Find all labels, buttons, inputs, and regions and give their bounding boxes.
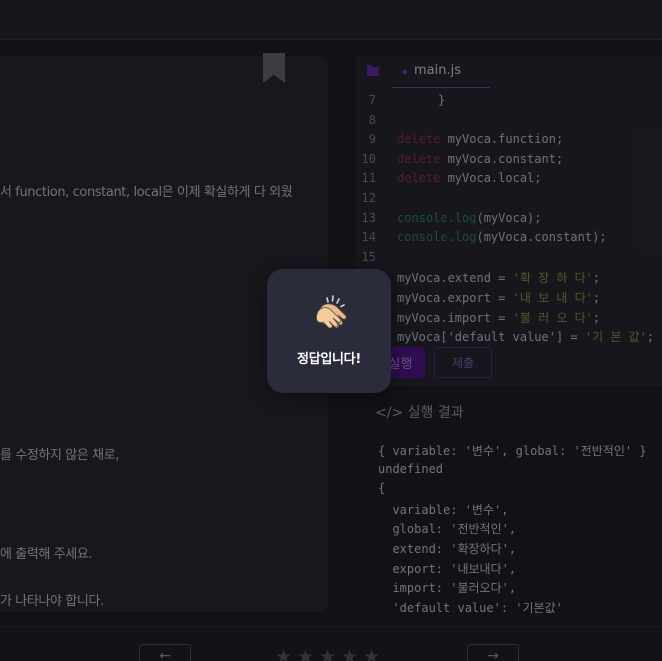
success-modal: 정답입니다!	[267, 269, 391, 393]
success-message: 정답입니다!	[297, 352, 361, 367]
clapping-hands-icon	[315, 295, 347, 329]
